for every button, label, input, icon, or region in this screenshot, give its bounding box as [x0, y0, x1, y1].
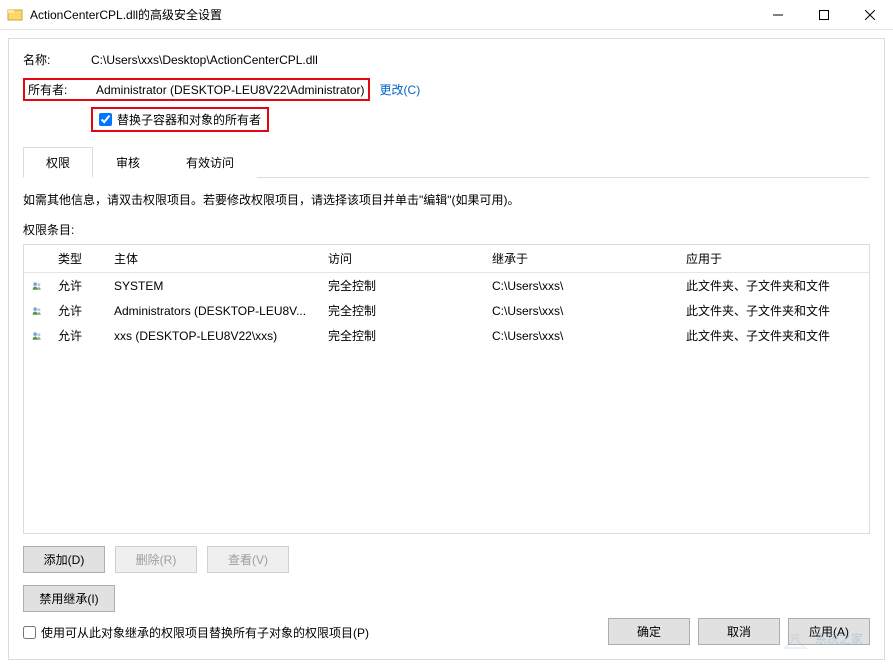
replace-owner-label: 替换子容器和对象的所有者: [117, 111, 261, 128]
cell-type: 允许: [50, 276, 106, 295]
cell-inherit: C:\Users\xxs\: [484, 328, 678, 344]
cell-inherit: C:\Users\xxs\: [484, 278, 678, 294]
ok-button[interactable]: 确定: [608, 618, 690, 645]
minimize-button[interactable]: [755, 0, 801, 30]
permission-body: 允许 SYSTEM 完全控制 C:\Users\xxs\ 此文件夹、子文件夹和文…: [24, 273, 869, 348]
disable-inherit-row: 禁用继承(I): [23, 585, 870, 612]
cell-principal: Administrators (DESKTOP-LEU8V...: [106, 303, 320, 319]
permission-header: 类型 主体 访问 继承于 应用于: [24, 245, 869, 273]
name-value: C:\Users\xxs\Desktop\ActionCenterCPL.dll: [91, 53, 318, 67]
permission-entries-label: 权限条目:: [23, 221, 870, 238]
replace-owner-row: 替换子容器和对象的所有者: [91, 107, 870, 132]
header-applies[interactable]: 应用于: [678, 245, 869, 272]
content-panel: 名称: C:\Users\xxs\Desktop\ActionCenterCPL…: [8, 38, 885, 660]
cell-principal: xxs (DESKTOP-LEU8V22\xxs): [106, 328, 320, 344]
window-title: ActionCenterCPL.dll的高级安全设置: [30, 6, 755, 23]
apply-button[interactable]: 应用(A): [788, 618, 870, 645]
titlebar: ActionCenterCPL.dll的高级安全设置: [0, 0, 893, 30]
window-controls: [755, 0, 893, 29]
owner-value: Administrator (DESKTOP-LEU8V22\Administr…: [96, 83, 365, 97]
name-label: 名称:: [23, 51, 91, 68]
dialog-footer: 确定 取消 应用(A): [608, 618, 870, 645]
table-row[interactable]: 允许 xxs (DESKTOP-LEU8V22\xxs) 完全控制 C:\Use…: [24, 323, 869, 348]
replace-owner-checkbox[interactable]: [99, 113, 112, 126]
cell-type: 允许: [50, 301, 106, 320]
cell-applies: 此文件夹、子文件夹和文件: [678, 326, 869, 345]
header-icon-col[interactable]: [24, 245, 50, 272]
header-type[interactable]: 类型: [50, 245, 106, 272]
permission-table: 类型 主体 访问 继承于 应用于 允许 SYSTEM 完全控制 C:\Users…: [23, 244, 870, 534]
maximize-button[interactable]: [801, 0, 847, 30]
header-inherit[interactable]: 继承于: [484, 245, 678, 272]
tab-effective-access[interactable]: 有效访问: [163, 147, 257, 178]
instructions-text: 如需其他信息，请双击权限项目。若要修改权限项目，请选择该项目并单击"编辑"(如果…: [23, 191, 870, 208]
replace-child-label: 使用可从此对象继承的权限项目替换所有子对象的权限项目(P): [41, 624, 369, 641]
action-buttons: 添加(D) 删除(R) 查看(V): [23, 546, 870, 573]
replace-child-checkbox[interactable]: [23, 626, 36, 639]
change-owner-link[interactable]: 更改(C): [380, 81, 421, 98]
user-icon: [24, 302, 50, 320]
header-access[interactable]: 访问: [320, 245, 484, 272]
owner-row: 所有者: Administrator (DESKTOP-LEU8V22\Admi…: [23, 78, 870, 101]
window-icon: [0, 7, 30, 23]
cell-access: 完全控制: [320, 301, 484, 320]
cell-applies: 此文件夹、子文件夹和文件: [678, 301, 869, 320]
cancel-button[interactable]: 取消: [698, 618, 780, 645]
owner-label: 所有者:: [28, 81, 96, 98]
remove-button[interactable]: 删除(R): [115, 546, 197, 573]
user-icon: [24, 327, 50, 345]
table-row[interactable]: 允许 SYSTEM 完全控制 C:\Users\xxs\ 此文件夹、子文件夹和文…: [24, 273, 869, 298]
replace-owner-highlight: 替换子容器和对象的所有者: [91, 107, 269, 132]
cell-access: 完全控制: [320, 276, 484, 295]
name-row: 名称: C:\Users\xxs\Desktop\ActionCenterCPL…: [23, 51, 870, 68]
tab-permissions[interactable]: 权限: [23, 147, 93, 178]
table-row[interactable]: 允许 Administrators (DESKTOP-LEU8V... 完全控制…: [24, 298, 869, 323]
cell-applies: 此文件夹、子文件夹和文件: [678, 276, 869, 295]
disable-inheritance-button[interactable]: 禁用继承(I): [23, 585, 115, 612]
tab-auditing[interactable]: 审核: [93, 147, 163, 178]
cell-inherit: C:\Users\xxs\: [484, 303, 678, 319]
cell-type: 允许: [50, 326, 106, 345]
owner-highlight: 所有者: Administrator (DESKTOP-LEU8V22\Admi…: [23, 78, 370, 101]
tabs: 权限 审核 有效访问: [23, 146, 870, 178]
view-button[interactable]: 查看(V): [207, 546, 289, 573]
user-icon: [24, 277, 50, 295]
add-button[interactable]: 添加(D): [23, 546, 105, 573]
close-button[interactable]: [847, 0, 893, 30]
cell-principal: SYSTEM: [106, 278, 320, 294]
cell-access: 完全控制: [320, 326, 484, 345]
header-principal[interactable]: 主体: [106, 245, 320, 272]
